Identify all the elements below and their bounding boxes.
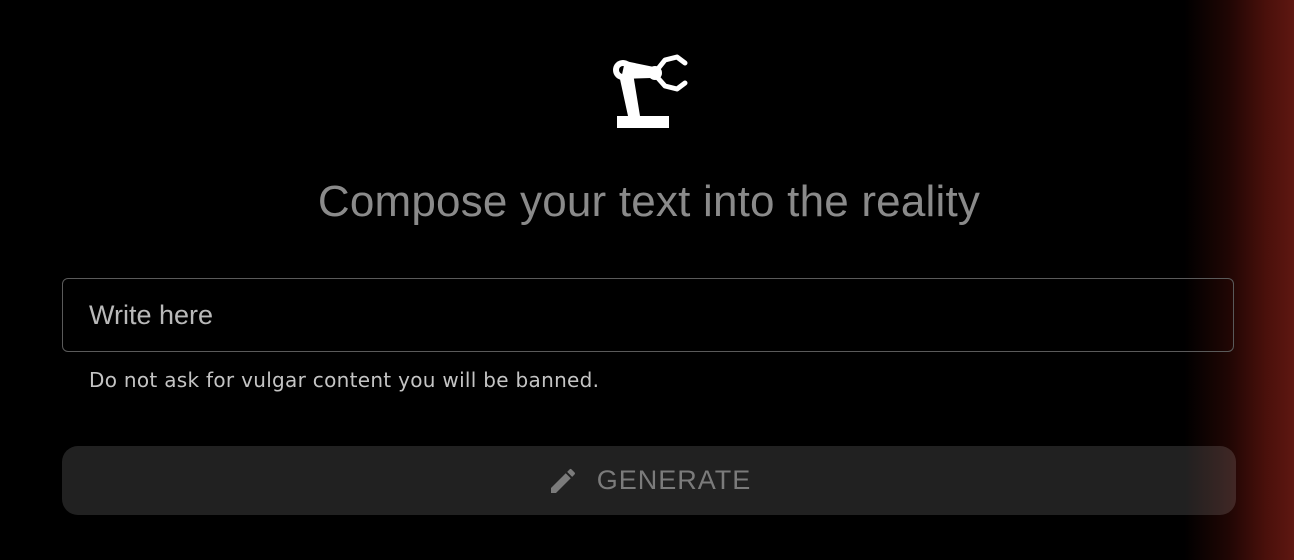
- prompt-input[interactable]: [63, 279, 1233, 351]
- generate-button-label: GENERATE: [596, 465, 752, 495]
- pencil-icon: [550, 468, 575, 493]
- helper-text: Do not ask for vulgar content you will b…: [89, 368, 600, 392]
- prompt-field[interactable]: [62, 278, 1234, 352]
- page: Compose your text into the reality Do no…: [0, 0, 1294, 560]
- robot-arm-icon: [607, 53, 689, 131]
- generate-button[interactable]: GENERATE: [62, 446, 1236, 515]
- page-title: Compose your text into the reality: [317, 177, 981, 226]
